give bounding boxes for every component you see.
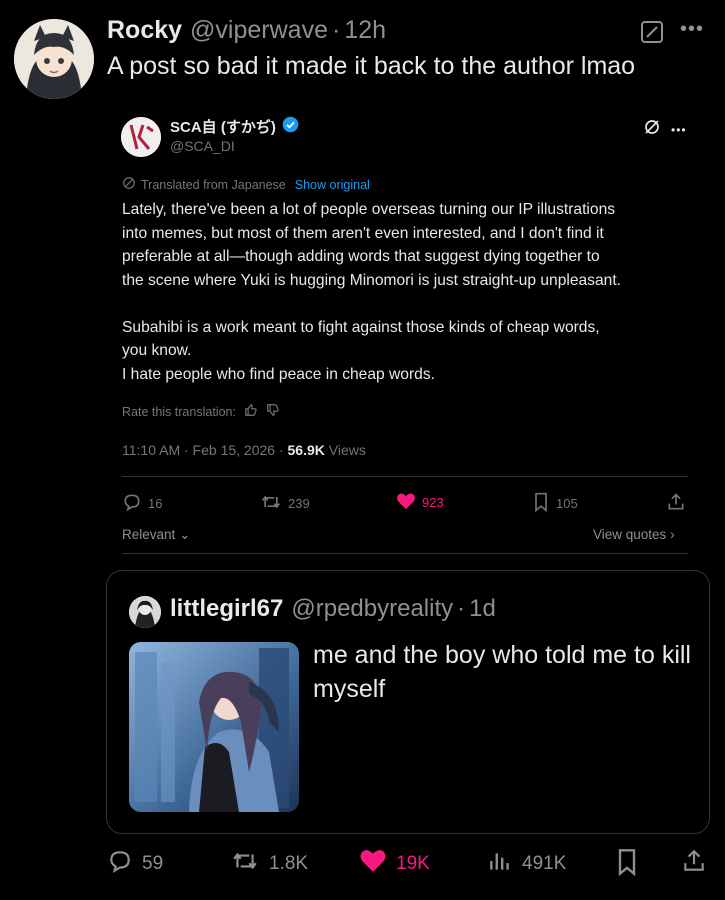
views-icon [487,848,513,880]
thumbs-up-icon [244,403,258,420]
share-icon [666,492,686,515]
body-line: preferable at all—though adding words th… [122,248,600,265]
repost-icon [230,848,260,880]
repost-count: 1.8K [269,853,309,874]
more-icon[interactable]: ••• [680,18,704,41]
embedded-grok-icon [643,118,661,141]
embedded-post-body: Lately, there've been a lot of people ov… [122,198,692,386]
like-count: 19K [396,852,430,874]
post-header: Rocky @viperwave · 12h [107,16,386,50]
relevant-label: Relevant [122,527,176,542]
embedded-more-icon: ••• [671,122,687,137]
embedded-bookmark: 105 [532,492,578,515]
views-button[interactable]: 491K [487,848,566,880]
embedded-reply-count: 16 [148,496,163,511]
post-text: A post so bad it made it back to the aut… [107,52,636,80]
repost-button[interactable]: 1.8K [230,848,308,880]
embedded-repost-count: 239 [288,496,310,511]
embedded-reply: 16 [122,492,162,515]
show-original-link: Show original [294,177,370,192]
like-button[interactable]: 19K [359,848,430,879]
quoted-image[interactable] [129,642,299,812]
share-icon [681,848,707,880]
translate-icon [122,176,136,193]
embedded-author-avatar [121,117,161,157]
quoted-header: littlegirl67 @rpedbyreality · 1d [170,595,496,623]
reply-icon [122,492,142,515]
divider [122,476,688,477]
heart-icon [359,848,387,879]
view-quotes-label: View quotes [593,527,667,542]
embedded-repost: 239 [260,492,310,515]
bookmark-icon [615,848,639,882]
separator-dot: · [457,595,466,622]
repost-icon [260,492,282,515]
embedded-bookmark-count: 105 [556,496,578,511]
separator-dot: · [331,16,341,44]
translation-notice: Translated from Japanese Show original [122,176,370,193]
quoted-post-text: me and the boy who told me to kill mysel… [313,641,691,703]
author-name[interactable]: Rocky [107,16,182,45]
verified-badge-icon [282,116,299,137]
quoted-author-handle[interactable]: @rpedbyreality [291,595,453,623]
quoted-author-avatar [129,596,161,628]
share-button[interactable] [681,848,707,880]
embedded-timestamp: 11:10 AM · Feb 15, 2026 · [122,442,288,458]
view-quotes: View quotes › [593,527,675,542]
embedded-author-name-row: SCA自 (すかぢ) [170,116,299,137]
body-line: Lately, there've been a lot of people ov… [122,201,616,218]
rate-translation: Rate this translation: [122,403,280,420]
reply-button[interactable]: 59 [107,848,163,880]
body-line: the scene where Yuki is hugging Minomori… [122,271,621,289]
quoted-time: 1d [469,595,496,622]
divider [122,553,688,554]
embedded-header-icons: ••• [643,118,687,141]
translated-label: Translated from Japanese [141,177,286,192]
embedded-views-label: Views [324,442,366,458]
embedded-share [666,492,686,515]
body-line: I hate people who find peace in cheap wo… [122,365,435,383]
chevron-right-icon: › [670,527,675,542]
body-line: Subahibi is a work meant to fight agains… [122,318,600,336]
reply-icon [107,848,133,880]
author-avatar[interactable] [14,19,94,99]
views-count: 491K [522,853,567,874]
embedded-author-name: SCA自 (すかぢ) [170,119,276,136]
thumbs-down-icon [266,403,280,420]
grok-icon[interactable] [640,20,664,44]
embedded-action-bar: 16 239 923 105 [122,492,688,514]
relevant-sort: Relevant ⌄ [122,527,190,543]
embedded-meta: 11:10 AM · Feb 15, 2026 · 56.9K Views [122,442,366,458]
embedded-author-handle: @SCA_DI [170,138,235,154]
embedded-like-count: 923 [422,495,444,510]
bookmark-button[interactable] [615,848,639,882]
embedded-like: 923 [396,492,444,513]
heart-icon [396,492,416,513]
reply-count: 59 [142,853,164,874]
bookmark-icon [532,492,550,515]
post-time[interactable]: 12h [344,16,386,45]
body-line: into memes, but most of them aren't even… [122,224,604,242]
embedded-views-count: 56.9K [287,442,325,458]
chevron-down-icon: ⌄ [179,527,191,542]
body-line: you know. [122,342,192,359]
author-handle[interactable]: @viperwave [190,16,328,45]
rate-label: Rate this translation: [122,404,236,419]
quoted-author-name[interactable]: littlegirl67 [170,595,283,623]
